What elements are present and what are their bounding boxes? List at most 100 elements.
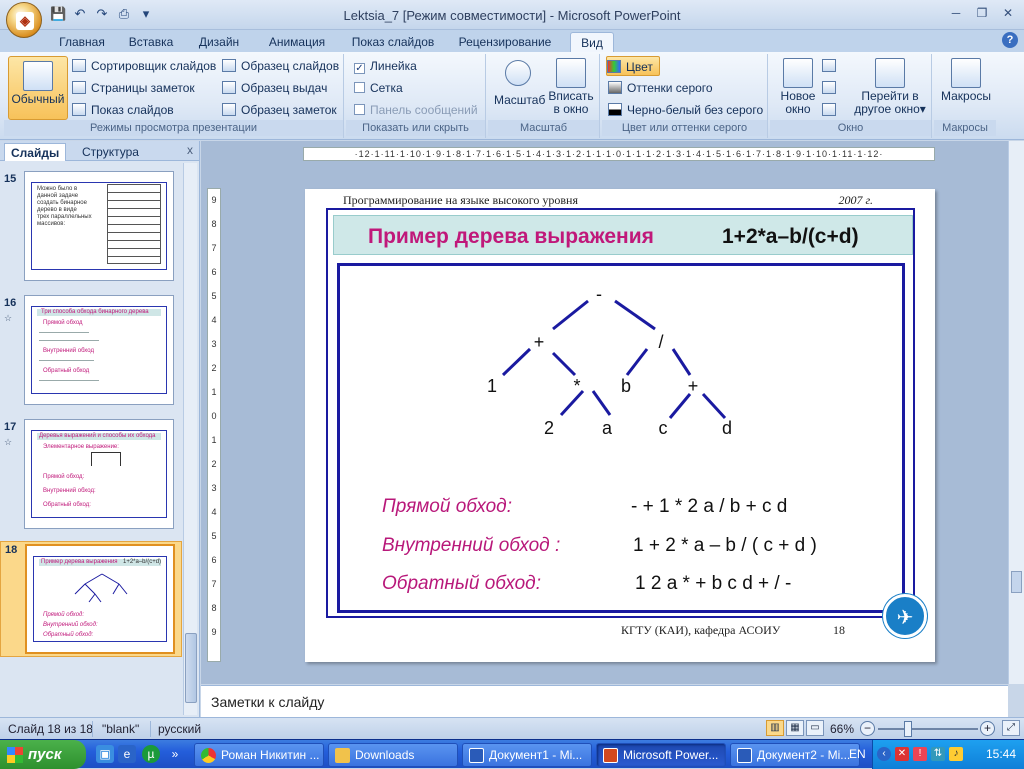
slide-thumbnail-15[interactable]: 15 Можно было в данной задаче создать би… xyxy=(0,171,182,287)
taskbar-word-2[interactable]: Документ2 - Mi... xyxy=(730,743,860,767)
slide-thumbnail-17[interactable]: 17 ☆ Деревья выражений и способы их обхо… xyxy=(0,419,182,535)
group-presentation-views: Обычный Сортировщик слайдов Страницы зам… xyxy=(4,54,344,138)
zoom-level[interactable]: 66% xyxy=(830,721,854,737)
handout-master-button[interactable]: Образец выдач xyxy=(222,78,327,98)
status-bar: Слайд 18 из 18 "blank" русский ▥ ▦ ▭ 66%… xyxy=(0,717,1024,739)
ie-icon[interactable]: e xyxy=(118,745,136,763)
notes-master-button[interactable]: Образец заметок xyxy=(222,100,337,120)
tray-arrow-icon[interactable]: ‹ xyxy=(877,747,891,761)
preorder-value: - + 1 * 2 a / b + c d xyxy=(631,496,788,517)
group-color-gray: Цвет Оттенки серого Черно-белый без серо… xyxy=(602,54,768,138)
cascade-icon[interactable] xyxy=(822,78,836,98)
start-button[interactable]: пуск xyxy=(0,740,86,769)
zoom-button[interactable]: Масштаб xyxy=(494,58,545,107)
inorder-label: Внутренний обход : xyxy=(382,535,561,556)
normal-view-button[interactable]: Обычный xyxy=(8,56,68,120)
macros-button[interactable]: Макросы xyxy=(938,58,994,103)
window-title: Lektsia_7 [Режим совместимости] - Micros… xyxy=(343,8,681,23)
taskbar-downloads[interactable]: Downloads xyxy=(328,743,458,767)
slide-number: 18 xyxy=(833,623,845,637)
checkmark-icon: ✓ xyxy=(354,63,365,74)
help-icon[interactable]: ? xyxy=(1002,32,1018,48)
tab-home[interactable]: Главная xyxy=(52,32,112,52)
tab-outline[interactable]: Структура xyxy=(76,143,145,161)
minimize-icon[interactable]: ─ xyxy=(944,4,968,22)
color-icon xyxy=(607,60,621,73)
zoom-slider[interactable] xyxy=(878,728,978,730)
tab-design[interactable]: Дизайн xyxy=(190,32,248,52)
fit-slide-icon[interactable]: ⤢ xyxy=(1002,720,1020,736)
scrollbar-thumb[interactable] xyxy=(185,633,197,703)
inorder-row: Внутренний обход : xyxy=(382,535,560,557)
zoom-out-icon[interactable]: − xyxy=(860,721,875,736)
tree-node-plus2: + xyxy=(688,376,699,396)
slideshow-view-icon[interactable]: ▭ xyxy=(806,720,824,736)
grid-checkbox[interactable]: Сетка xyxy=(354,78,403,98)
arrange-all-icon[interactable] xyxy=(822,56,836,76)
tab-review[interactable]: Рецензирование xyxy=(452,32,558,52)
editor-scrollbar[interactable] xyxy=(1008,141,1024,684)
quicklaunch-more-icon[interactable]: » xyxy=(166,745,184,763)
fit-window-icon xyxy=(556,58,586,88)
security-icon[interactable]: ! xyxy=(913,747,927,761)
slideshow-button[interactable]: Показ слайдов xyxy=(72,100,174,120)
color-button[interactable]: Цвет xyxy=(606,56,660,76)
new-window-button[interactable]: Новое окно xyxy=(774,58,822,116)
tree-node-2: 2 xyxy=(544,418,554,438)
notes-page-button[interactable]: Страницы заметок xyxy=(72,78,195,98)
airplane-icon: ✈ xyxy=(896,607,914,629)
sorter-view-icon[interactable]: ▦ xyxy=(786,720,804,736)
group-macros: Макросы Макросы xyxy=(934,54,996,138)
move-split-icon[interactable] xyxy=(822,100,836,120)
close-icon[interactable]: ✕ xyxy=(996,4,1020,22)
chrome-icon xyxy=(201,748,216,763)
volume-icon[interactable]: ♪ xyxy=(949,747,963,761)
zoom-slider-handle[interactable] xyxy=(904,721,912,737)
ruler-checkbox[interactable]: ✓ Линейка xyxy=(354,56,417,76)
grayscale-button[interactable]: Оттенки серого xyxy=(608,78,713,98)
utorrent-icon[interactable]: µ xyxy=(142,745,160,763)
slide-thumbnail-16[interactable]: 16 ☆ Три способа обхода бинарного дерева… xyxy=(0,295,182,411)
group-label: Масштаб xyxy=(488,120,599,136)
antivirus-icon[interactable]: ✕ xyxy=(895,747,909,761)
tree-node-div: / xyxy=(658,332,663,352)
theme-name: "blank" xyxy=(102,722,140,736)
input-language[interactable]: EN xyxy=(849,747,866,761)
slide-canvas[interactable]: Программирование на языке высокого уровн… xyxy=(305,189,935,662)
tab-view[interactable]: Вид xyxy=(570,32,614,52)
transition-star-icon: ☆ xyxy=(4,437,13,447)
tab-animation[interactable]: Анимация xyxy=(260,32,334,52)
fit-to-window-button[interactable]: Вписать в окно xyxy=(546,58,596,116)
thumbnail-image: Пример дерева выражения 1+2*a–b/(c+d) Пр… xyxy=(25,544,175,654)
taskbar-chrome[interactable]: Роман Никитин ... xyxy=(194,743,324,767)
tree-preview xyxy=(74,573,128,603)
black-white-button[interactable]: Черно-белый без серого xyxy=(608,100,763,120)
office-button[interactable]: ◈ xyxy=(6,2,42,38)
taskbar-word-1[interactable]: Документ1 - Mi... xyxy=(462,743,592,767)
scrollbar-thumb[interactable] xyxy=(1011,571,1022,593)
slide-sorter-button[interactable]: Сортировщик слайдов xyxy=(72,56,216,76)
network-icon[interactable]: ⇅ xyxy=(931,747,945,761)
taskbar-powerpoint[interactable]: Microsoft Power... xyxy=(596,743,726,767)
restore-icon[interactable]: ❐ xyxy=(970,4,994,22)
show-desktop-icon[interactable]: ▣ xyxy=(96,745,114,763)
normal-view-icon[interactable]: ▥ xyxy=(766,720,784,736)
tab-slideshow[interactable]: Показ слайдов xyxy=(344,32,442,52)
tab-insert[interactable]: Вставка xyxy=(122,32,180,52)
dropdown-arrow-icon: ▾ xyxy=(919,102,926,116)
title-bar: 💾 ↶ ↷ ⎙ ▾ Lektsia_7 [Режим совместимости… xyxy=(0,0,1024,30)
pane-scrollbar[interactable] xyxy=(183,163,197,715)
switch-window-button[interactable]: Перейти в другое окно▾ xyxy=(852,58,928,116)
tree-node-mul: * xyxy=(573,376,580,396)
language-indicator[interactable]: русский xyxy=(158,721,201,737)
tab-slides[interactable]: Слайды xyxy=(4,143,67,161)
slide-master-button[interactable]: Образец слайдов xyxy=(222,56,339,76)
word-icon xyxy=(737,748,752,763)
tree-node-b: b xyxy=(621,376,631,396)
zoom-in-icon[interactable]: + xyxy=(980,721,995,736)
powerpoint-icon xyxy=(603,748,618,763)
notes-pane[interactable]: Заметки к слайду xyxy=(201,685,1008,717)
pane-close-icon[interactable]: x xyxy=(187,143,193,157)
slide-thumbnail-18[interactable]: 18 Пример дерева выражения 1+2*a–b/(c+d)… xyxy=(0,541,182,657)
slide-master-icon xyxy=(222,59,236,72)
